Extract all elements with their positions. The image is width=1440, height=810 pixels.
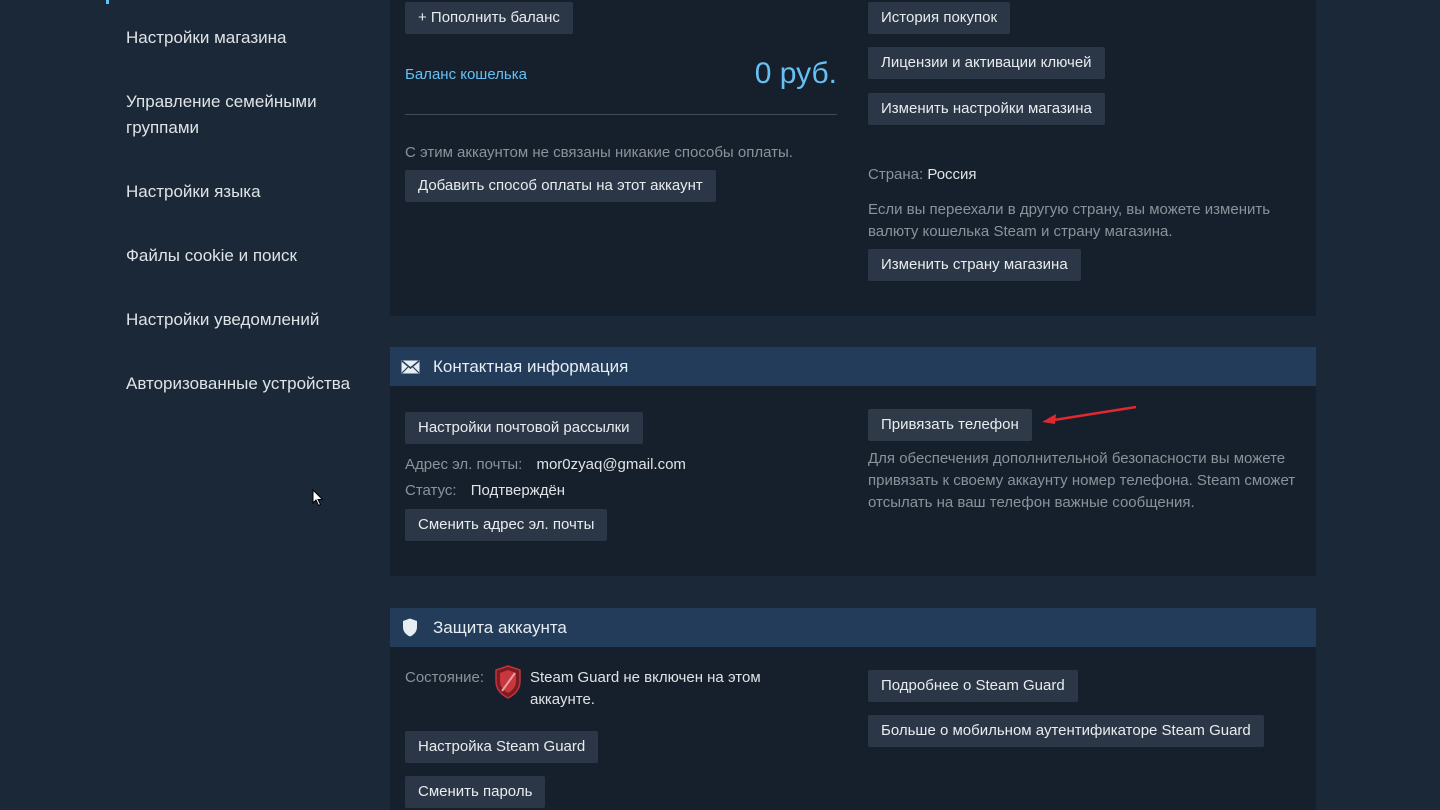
change-password-button[interactable]: Сменить пароль bbox=[405, 776, 546, 808]
country-label: Страна: bbox=[868, 166, 924, 183]
add-phone-button[interactable]: Привязать телефон bbox=[868, 409, 1032, 441]
security-panel: Состояние: Steam Guard не включен на это… bbox=[390, 647, 1316, 810]
contact-title: Контактная информация bbox=[433, 356, 629, 376]
status-value: Подтверждён bbox=[470, 482, 566, 499]
licenses-button[interactable]: Лицензии и активации ключей bbox=[868, 47, 1105, 79]
contact-panel: Настройки почтовой рассылки Адрес эл. по… bbox=[390, 386, 1316, 576]
sidebar-item-cookies[interactable]: Файлы cookie и поиск bbox=[126, 243, 297, 269]
add-payment-button[interactable]: Добавить способ оплаты на этот аккаунт bbox=[405, 170, 716, 202]
security-title: Защита аккаунта bbox=[433, 617, 567, 637]
store-panel: + Пополнить баланс Баланс кошелька 0 руб… bbox=[390, 0, 1316, 316]
sidebar: Настройки магазина Управление семейными … bbox=[0, 0, 390, 810]
email-label: Адрес эл. почты: bbox=[405, 456, 523, 473]
email-row: Адрес эл. почты: mor0zyaq@gmail.com bbox=[405, 454, 686, 476]
moved-country-text: Если вы переехали в другую страну, вы мо… bbox=[868, 201, 1271, 240]
newsletter-settings-button[interactable]: Настройки почтовой рассылки bbox=[405, 412, 643, 444]
phone-info-text: Для обеспечения дополнительной безопасно… bbox=[868, 450, 1296, 511]
sidebar-item-family-groups[interactable]: Управление семейными группами bbox=[126, 89, 366, 141]
main-content: + Пополнить баланс Баланс кошелька 0 руб… bbox=[390, 0, 1316, 810]
add-funds-button[interactable]: + Пополнить баланс bbox=[405, 2, 573, 34]
envelope-icon bbox=[400, 357, 420, 377]
more-steam-guard-button[interactable]: Подробнее о Steam Guard bbox=[868, 670, 1078, 702]
country-value: Россия bbox=[927, 166, 977, 183]
country-row: Страна: Россия bbox=[868, 164, 977, 186]
purchase-history-button[interactable]: История покупок bbox=[868, 2, 1011, 34]
shield-icon bbox=[400, 618, 420, 638]
mouse-cursor-icon bbox=[312, 489, 324, 507]
status-row: Статус: Подтверждён bbox=[405, 480, 565, 502]
sidebar-item-notifications[interactable]: Настройки уведомлений bbox=[126, 307, 319, 333]
email-value: mor0zyaq@gmail.com bbox=[536, 456, 686, 473]
status-label: Статус: bbox=[405, 482, 457, 499]
steam-guard-setup-button[interactable]: Настройка Steam Guard bbox=[405, 731, 599, 763]
no-payment-text: С этим аккаунтом не связаны никакие спос… bbox=[405, 144, 793, 161]
sidebar-item-authorized-devices[interactable]: Авторизованные устройства bbox=[126, 371, 350, 397]
sidebar-item-store-settings[interactable]: Настройки магазина bbox=[126, 25, 286, 51]
contact-header: Контактная информация bbox=[390, 347, 1316, 386]
change-store-settings-button[interactable]: Изменить настройки магазина bbox=[868, 93, 1105, 125]
security-header: Защита аккаунта bbox=[390, 608, 1316, 647]
state-value: Steam Guard не включен на этом аккаунте. bbox=[530, 669, 761, 708]
change-country-button[interactable]: Изменить страну магазина bbox=[868, 249, 1081, 281]
annotation-arrow-icon bbox=[1042, 405, 1137, 424]
divider bbox=[405, 114, 837, 115]
red-shield-icon bbox=[494, 665, 522, 704]
change-email-button[interactable]: Сменить адрес эл. почты bbox=[405, 509, 608, 541]
sidebar-active-indicator bbox=[106, 0, 109, 4]
mobile-authenticator-button[interactable]: Больше о мобильном аутентификаторе Steam… bbox=[868, 715, 1264, 747]
wallet-balance-label[interactable]: Баланс кошелька bbox=[405, 66, 527, 83]
wallet-balance-value: 0 руб. bbox=[754, 57, 837, 90]
state-label: Состояние: bbox=[405, 669, 485, 686]
sidebar-item-language[interactable]: Настройки языка bbox=[126, 179, 261, 205]
